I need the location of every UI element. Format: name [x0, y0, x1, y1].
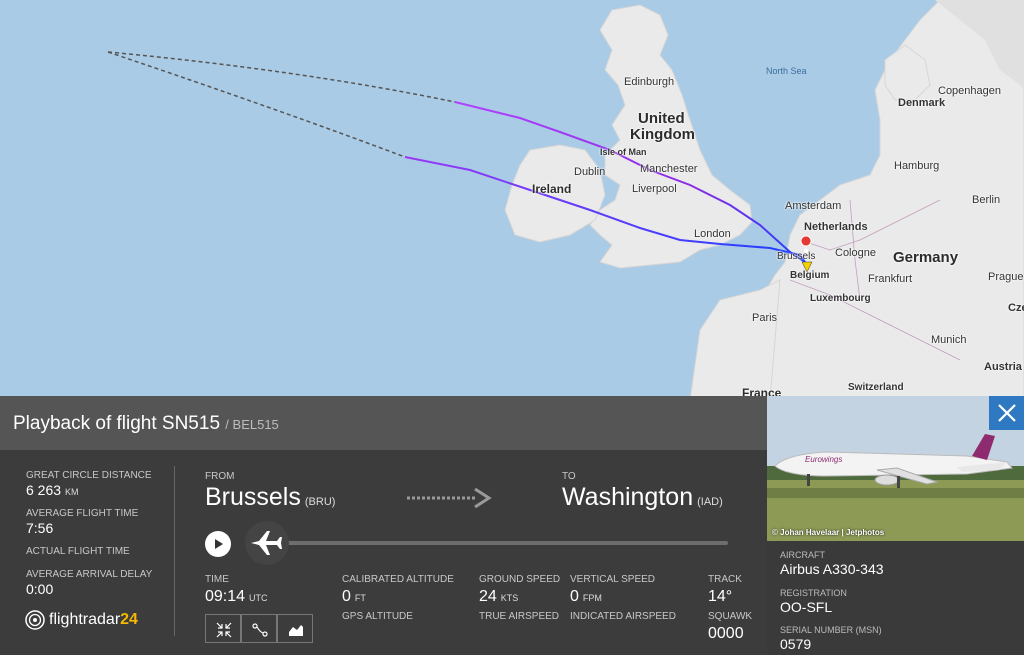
squawk-value: 0000: [708, 625, 744, 642]
airplane-icon: [251, 531, 282, 555]
serial-number-label: SERIAL NUMBER (MSN): [780, 625, 882, 635]
to-label: TO: [562, 471, 576, 482]
close-button[interactable]: [989, 396, 1024, 430]
from-label: FROM: [205, 471, 235, 482]
ground-speed-label: GROUND SPEED: [479, 574, 561, 585]
label-prague: Prague: [988, 271, 1024, 283]
label-munich: Munich: [931, 334, 967, 346]
label-austria: Austria: [984, 361, 1022, 373]
label-manchester: Manchester: [640, 163, 698, 175]
label-germany: Germany: [893, 249, 959, 266]
label-berlin: Berlin: [972, 194, 1001, 206]
time-label: TIME: [205, 574, 229, 585]
flightradar-playback-screen: North Sea Edinburgh United Kingdom Isle …: [0, 0, 1024, 655]
gps-altitude-label: GPS ALTITUDE: [342, 611, 413, 622]
label-switzerland: Switzerland: [848, 382, 904, 393]
calibrated-altitude-value: 0 FT: [342, 588, 366, 605]
calibrated-altitude-label: CALIBRATED ALTITUDE: [342, 574, 454, 585]
great-circle-distance-label: GREAT CIRCLE DISTANCE: [26, 470, 152, 481]
label-hamburg: Hamburg: [894, 160, 940, 172]
great-circle-distance-value: 6 263 KM: [26, 482, 79, 498]
average-flight-time-value: 7:56: [26, 520, 54, 536]
label-cologne: Cologne: [835, 247, 876, 259]
label-frankfurt: Frankfurt: [868, 273, 913, 285]
squawk-label: SQUAWK: [708, 611, 753, 622]
collapse-arrows-icon: [216, 622, 232, 638]
label-luxembourg: Luxembourg: [810, 293, 871, 304]
label-london: London: [694, 228, 731, 240]
play-icon: [215, 539, 223, 549]
label-dublin: Dublin: [574, 166, 606, 178]
actual-flight-time-label: ACTUAL FLIGHT TIME: [26, 546, 130, 557]
vertical-speed-value: 0 FPM: [570, 588, 602, 605]
label-czech: Cze: [1008, 302, 1024, 314]
label-united-kingdom-1: United: [638, 110, 685, 127]
play-button[interactable]: [205, 531, 231, 557]
graph-button[interactable]: [277, 614, 313, 643]
label-netherlands: Netherlands: [804, 221, 868, 233]
map-canvas[interactable]: [0, 0, 1024, 400]
panel-header: Playback of flight SN515 / BEL515: [0, 396, 767, 450]
track-value: 14°: [708, 588, 733, 605]
route-button[interactable]: [241, 614, 277, 643]
timeline-scrubber[interactable]: [245, 521, 289, 565]
route-arrow-icon: [407, 487, 492, 509]
label-belgium: Belgium: [790, 270, 830, 281]
label-edinburgh: Edinburgh: [624, 76, 675, 88]
callsign: / BEL515: [225, 417, 279, 432]
average-flight-time-label: AVERAGE FLIGHT TIME: [26, 508, 139, 519]
panel-title: Playback of flight SN515 / BEL515: [13, 413, 279, 435]
label-paris: Paris: [752, 312, 778, 324]
aircraft-label: AIRCRAFT: [780, 550, 825, 560]
label-north-sea: North Sea: [766, 66, 807, 76]
track-label: TRACK: [708, 574, 742, 585]
radar-icon: [25, 610, 45, 630]
label-denmark: Denmark: [898, 97, 946, 109]
label-copenhagen: Copenhagen: [938, 85, 1002, 97]
route-icon: [252, 623, 268, 637]
aircraft-panel: Eurowings © Johan Havelaar | Jetphotos A…: [767, 396, 1024, 655]
photo-credit[interactable]: © Johan Havelaar | Jetphotos: [772, 528, 884, 537]
aircraft-photo-image: Eurowings: [767, 396, 1024, 541]
indicated-airspeed-label: INDICATED AIRSPEED: [570, 611, 676, 622]
average-arrival-delay-label: AVERAGE ARRIVAL DELAY: [26, 569, 153, 580]
flight-playback-panel: Playback of flight SN515 / BEL515 GREAT …: [0, 396, 767, 655]
registration-label: REGISTRATION: [780, 588, 847, 598]
ground-speed-value: 24 KTS: [479, 588, 519, 605]
average-arrival-delay-value: 0:00: [26, 581, 54, 597]
true-airspeed-label: TRUE AIRSPEED: [479, 611, 560, 622]
flight-title: Playback of flight SN515: [13, 413, 221, 434]
aircraft-photo[interactable]: Eurowings © Johan Havelaar | Jetphotos: [767, 396, 1024, 541]
serial-number-value: 0579: [780, 636, 812, 652]
logo-text: flightradar24: [49, 611, 138, 628]
label-ireland: Ireland: [532, 182, 572, 196]
label-liverpool: Liverpool: [632, 183, 677, 195]
registration-value: OO-SFL: [780, 599, 833, 615]
playback-timeline[interactable]: [268, 541, 728, 545]
shrink-map-button[interactable]: [205, 614, 241, 643]
column-divider: [174, 466, 175, 636]
label-brussels: Brussels: [777, 251, 816, 262]
map[interactable]: North Sea Edinburgh United Kingdom Isle …: [0, 0, 1024, 400]
label-amsterdam: Amsterdam: [785, 200, 842, 212]
livery-text: Eurowings: [805, 455, 842, 464]
label-united-kingdom-2: Kingdom: [630, 126, 695, 143]
close-icon: [998, 404, 1016, 422]
chart-icon: [289, 625, 303, 636]
time-value: 09:14 UTC: [205, 588, 268, 605]
label-isle-of-man: Isle of Man: [600, 147, 647, 157]
origin-airport[interactable]: Brussels (BRU): [205, 483, 335, 512]
aircraft-value: Airbus A330-343: [780, 561, 884, 577]
vertical-speed-label: VERTICAL SPEED: [570, 574, 656, 585]
destination-airport[interactable]: Washington (IAD): [562, 483, 723, 512]
